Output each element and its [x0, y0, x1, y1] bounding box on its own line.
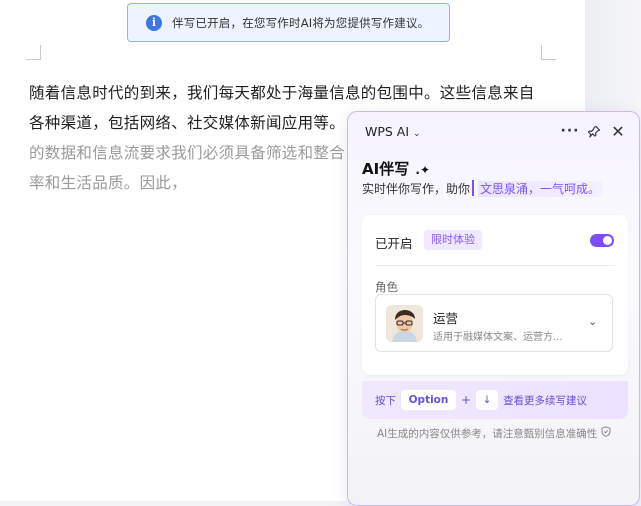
toggle-knob [603, 236, 612, 245]
hint-plus: + [461, 393, 472, 407]
panel-title: WPS AI [365, 124, 410, 139]
paragraph-line[interactable]: 随着信息时代的到来，我们每天都处于海量信息的包围中。这些信息来自 [29, 78, 559, 108]
chevron-down-icon: ⌄ [588, 315, 598, 328]
sparkle-icon: .✦ [411, 163, 430, 177]
role-description: 适用于融媒体文案、运营方... [433, 332, 563, 343]
role-name: 运营 [433, 311, 459, 326]
chevron-down-icon: ⌄ [413, 129, 421, 139]
margin-corner-right [541, 45, 556, 60]
margin-corner-left [26, 45, 41, 60]
shortcut-hint: 按下 Option + ↓ 查看更多续写建议 [362, 381, 628, 419]
role-select[interactable]: 运营 适用于融媒体文案、运营方... ⌄ [375, 294, 613, 352]
enabled-label: 已开启 [375, 236, 413, 251]
trial-badge: 限时体验 [424, 230, 482, 250]
hint-press: 按下 [375, 394, 396, 407]
ai-companion-title: AI伴写 .✦ [362, 158, 430, 179]
divider [375, 265, 615, 266]
pin-icon[interactable] [584, 121, 604, 141]
subtitle-text: 实时伴你写作，助你 [362, 182, 471, 196]
companion-toggle[interactable] [590, 234, 614, 247]
panel-header: WPS AI ⌄ ··· ✕ [348, 112, 639, 150]
info-icon: i [146, 14, 162, 31]
ai-companion-subtitle: 实时伴你写作，助你 文思泉涌，一气呵成。 [362, 180, 603, 197]
option-key: Option [401, 390, 456, 410]
wps-ai-panel: WPS AI ⌄ ··· ✕ AI伴写 .✦ 实时伴你写作，助你 文思泉涌，一气呵成… [347, 111, 640, 506]
disclaimer: AI生成的内容仅供参考，请注意甄别信息准确性 [377, 426, 611, 441]
panel-title-dropdown[interactable]: WPS AI ⌄ [365, 124, 421, 139]
shield-check-icon [601, 426, 611, 440]
ai-companion-notice: i 伴写已开启，在您写作时AI将为您提供写作建议。 [127, 3, 450, 42]
ai-title-text: AI伴写 [362, 160, 410, 178]
subtitle-highlight: 文思泉涌，一气呵成。 [478, 181, 603, 197]
notice-text: 伴写已开启，在您写作时AI将为您提供写作建议。 [172, 15, 430, 30]
arrow-down-key: ↓ [476, 390, 499, 410]
text-caret [472, 180, 475, 196]
hint-action: 查看更多续写建议 [503, 394, 588, 407]
more-options-icon[interactable]: ··· [560, 121, 580, 141]
role-label: 角色 [375, 280, 398, 294]
close-icon[interactable]: ✕ [608, 121, 628, 141]
disclaimer-text: AI生成的内容仅供参考，请注意甄别信息准确性 [377, 428, 598, 440]
role-avatar [386, 305, 423, 342]
settings-card: 已开启 限时体验 角色 运营 适用于融媒体文案、运营方... ⌄ [362, 215, 628, 375]
